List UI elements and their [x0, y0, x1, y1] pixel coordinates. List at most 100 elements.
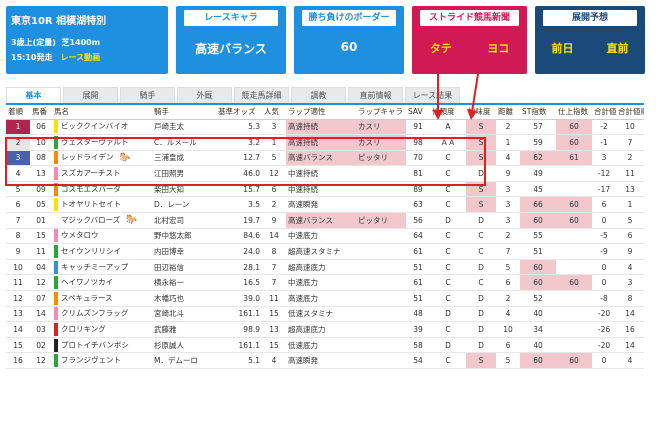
horse-name-link[interactable]: クロリキング: [61, 325, 106, 334]
cell-sav: 98: [406, 134, 430, 151]
horse-name-link[interactable]: ヘイワノツカイ: [61, 278, 113, 287]
cell-sav: 58: [406, 337, 430, 354]
cell-sum: 0: [592, 259, 616, 276]
cell-chara: カスリ: [356, 134, 406, 151]
cell-sumr: 14: [616, 306, 644, 323]
cell-name: ビッククインバイオ: [52, 119, 152, 136]
column-header: SAV: [406, 105, 430, 120]
cell-num: 08: [30, 150, 52, 167]
table-row[interactable]: 13 14 クリムズンフラッグ 宮崎北斗 161.1 15 低速スタミナ 48 D D 4 40 -20…: [6, 306, 644, 323]
table-row[interactable]: 12 07 スペキュラース 木幡巧也 39.0 11 高速底力 51 C D 2 52 -8 8: [6, 290, 644, 307]
cell-fin: [556, 165, 592, 182]
table-row[interactable]: 15 02 プロトイチバンボシ 杉原誠人 161.1 15 低速底力 58 D D 6 40 -20 14: [6, 337, 644, 354]
stride-tate-link[interactable]: タテ: [430, 40, 452, 56]
horse-name-link[interactable]: マジックバローズ: [61, 215, 120, 224]
cell-value: S: [466, 196, 496, 214]
race-title: 東京10R 相模湖特別: [11, 16, 107, 27]
cell-sum: -26: [592, 321, 616, 338]
table-row[interactable]: 5 09 コスモエスパーダ 柴田大知 15.7 6 中速持続 89 C S 3 45 -17 13: [6, 181, 644, 198]
cell-sumr: 4: [616, 352, 644, 369]
cell-sum: -20: [592, 306, 616, 323]
race-info: 東京10R 相模湖特別 3歳上(定量) 芝1400m 15:10発走 レース動画: [6, 6, 168, 74]
tab-1[interactable]: 展開: [63, 87, 118, 103]
cell-rank: 6: [6, 196, 30, 214]
cell-sumr: 10: [616, 119, 644, 136]
horse-name-link[interactable]: ウメタロウ: [61, 231, 99, 240]
tab-6[interactable]: 直前情報: [348, 87, 403, 103]
horse-name-link[interactable]: キャッチミーアップ: [61, 262, 128, 271]
cell-rank: 13: [6, 306, 30, 323]
cell-lap: 高速持続: [286, 134, 356, 151]
column-header: 馬番: [30, 105, 52, 120]
cap-color-icon: [54, 245, 58, 259]
table-row[interactable]: 6 05 トオヤリトセイト D．レーン 3.5 2 高速瞬発 63 C S 3 66 60 6 1: [6, 196, 644, 214]
horse-name-link[interactable]: スズカアーチスト: [61, 169, 121, 178]
horse-name-link[interactable]: コスモエスパーダ: [61, 184, 121, 193]
horse-name-link[interactable]: スペキュラース: [61, 293, 113, 302]
table-row[interactable]: 3 08 レッドライデン 🐎 三浦皇成 12.7 5 高速バランス ピッタリ 70 C S 4 62 61 3…: [6, 150, 644, 167]
horse-name-link[interactable]: ヴェスターヴァルト: [61, 137, 129, 146]
cell-pop: 6: [262, 181, 286, 198]
table-row[interactable]: 16 12 フランジヴェント M．デムーロ 5.1 4 高速瞬発 54 C S 5 60 60 0 4: [6, 352, 644, 369]
cell-chara: [356, 352, 406, 369]
table-row[interactable]: 10 04 キャッチミーアップ 田辺裕信 28.1 7 超高速底力 51 C D 5 60 0 4: [6, 259, 644, 276]
table-row[interactable]: 2 10 ヴェスターヴァルト C．ルメール 3.2 1 高速持続 カスリ 98 ＡＡ S 1 59 60-…: [6, 134, 644, 151]
cell-value: C: [466, 243, 496, 260]
tab-5[interactable]: 調教: [291, 87, 346, 103]
tab-2[interactable]: 騎手: [120, 87, 175, 103]
table-row[interactable]: 1 06 ビッククインバイオ 戸崎圭太 5.3 3 高速持続 カスリ 91 A S 2 57 60 -2 10: [6, 119, 644, 136]
cell-fin: 60: [556, 196, 592, 214]
table-row[interactable]: 7 01 マジックバローズ 🐎 北村宏司 19.7 9 高速バランス ピッタリ 56 D D 3 60 60…: [6, 212, 644, 229]
tab-4[interactable]: 競走馬詳細: [234, 87, 289, 103]
stride-yoko-link[interactable]: ヨコ: [487, 40, 509, 56]
tab-3[interactable]: 外厩: [177, 87, 232, 103]
cell-odds: 5.3: [216, 119, 262, 136]
cell-odds: 46.0: [216, 165, 262, 182]
cell-odds: 24.0: [216, 243, 262, 260]
column-header: 信頼度: [430, 105, 466, 120]
horse-name-link[interactable]: トオヤリトセイト: [61, 200, 121, 209]
table-row[interactable]: 14 03 クロリキング 武藤雅 98.9 13 超高速底力 39 C D 10 34 -26 16: [6, 321, 644, 338]
cell-lap: 中速底力: [286, 228, 356, 245]
cell-name: ヘイワノツカイ: [52, 274, 152, 292]
cell-name: ウメタロウ: [52, 228, 152, 245]
cap-color-icon: [54, 120, 58, 134]
table-row[interactable]: 11 12 ヘイワノツカイ 横永裕一 16.5 7 中速底力 61 C C 6 60 60 0 3: [6, 274, 644, 292]
table-row[interactable]: 4 13 スズカアーチスト 江田照男 46.0 12 中速持続 81 C D 9 49 -12 11: [6, 165, 644, 182]
cap-color-icon: [54, 307, 58, 321]
cell-fin: 60: [556, 212, 592, 229]
cell-pop: 9: [262, 212, 286, 229]
table-row[interactable]: 8 15 ウメタロウ 野中悠太郎 84.6 14 中速底力 64 C C 2 55 -5 6: [6, 228, 644, 245]
horse-name-link[interactable]: フランジヴェント: [61, 356, 121, 365]
cell-chara: ピッタリ: [356, 212, 406, 229]
cell-sumr: 1: [616, 196, 644, 214]
cell-jockey: 武藤雅: [152, 321, 216, 338]
horse-name-link[interactable]: ビッククインバイオ: [61, 122, 128, 131]
cell-st: 60: [520, 259, 556, 276]
tab-0[interactable]: 基本: [6, 87, 61, 103]
forecast-just-before-link[interactable]: 直前: [607, 40, 629, 56]
cell-sumr: 13: [616, 181, 644, 198]
table-row[interactable]: 9 11 セイウンリリシイ 内田博幸 24.0 8 超高速スタミナ 61 C C 7 51 -9 9: [6, 243, 644, 260]
race-video-link[interactable]: レース動画: [60, 52, 100, 63]
cell-jockey: 宮崎北斗: [152, 306, 216, 323]
cell-rank: 10: [6, 259, 30, 276]
cell-num: 12: [30, 274, 52, 292]
horse-name-link[interactable]: セイウンリリシイ: [61, 247, 121, 256]
cell-num: 13: [30, 165, 52, 182]
cell-trust: C: [430, 259, 466, 276]
cap-color-icon: [54, 276, 58, 290]
cell-pop: 13: [262, 321, 286, 338]
cell-value: D: [466, 290, 496, 307]
horse-name-link[interactable]: プロトイチバンボシ: [61, 340, 129, 349]
tab-7[interactable]: レース結果: [405, 87, 460, 103]
forecast-previous-day-link[interactable]: 前日: [552, 40, 574, 56]
horse-name-link[interactable]: クリムズンフラッグ: [61, 309, 128, 318]
horse-name-link[interactable]: レッドライデン: [61, 153, 114, 162]
cell-fin: 60: [556, 134, 592, 151]
cell-trust: D: [430, 306, 466, 323]
cell-trust: ＡＡ: [430, 134, 466, 151]
column-header: 仕上指数: [556, 105, 592, 120]
cell-name: コスモエスパーダ: [52, 181, 152, 198]
cell-value: D: [466, 259, 496, 276]
